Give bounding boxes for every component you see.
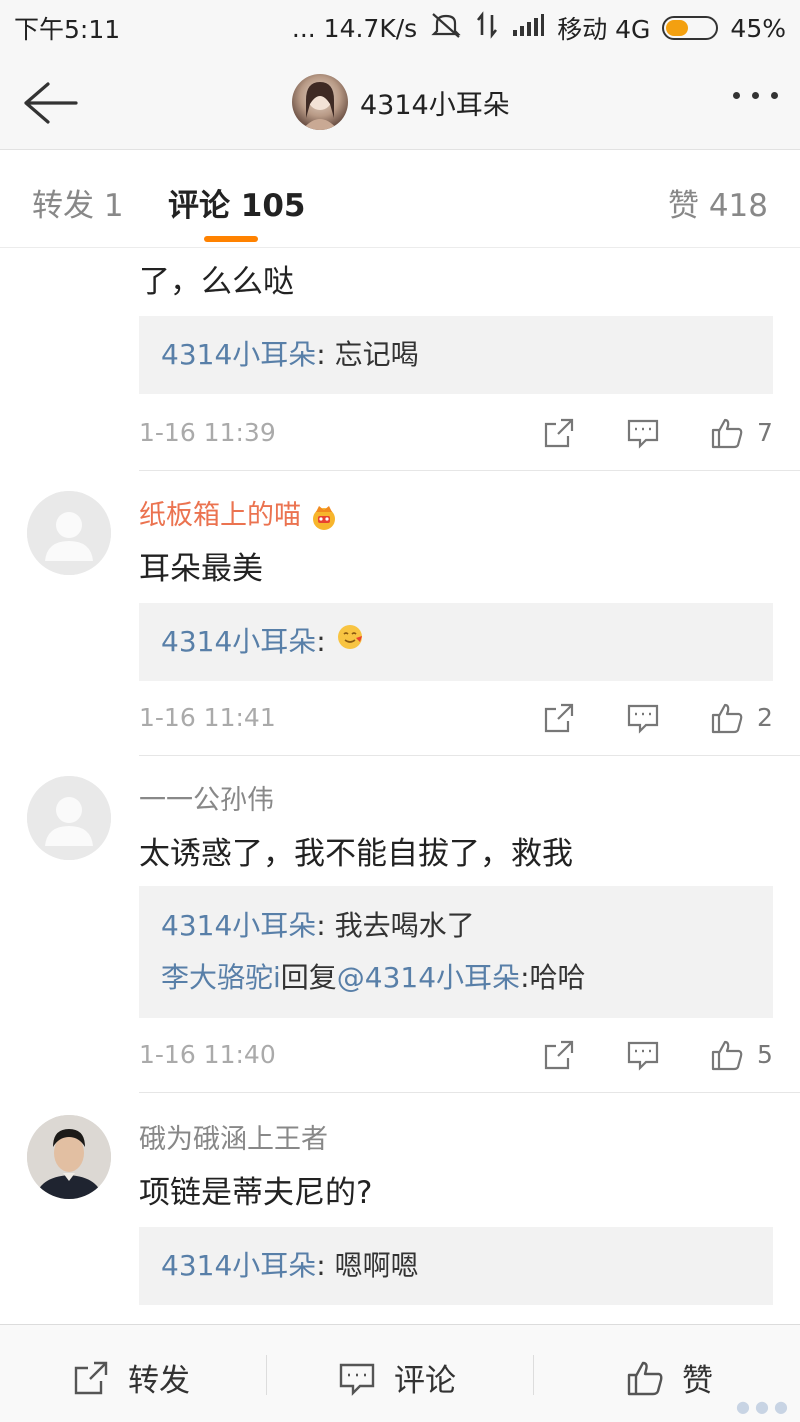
reply-box[interactable]: 4314小耳朵: 嗯啊嗯	[139, 1227, 773, 1305]
vip-crown-icon	[309, 502, 339, 532]
bottom-action-bar: 转发 评论 赞 ● ● ●	[0, 1324, 800, 1422]
thumbs-up-icon	[626, 1359, 664, 1397]
repost-label: 转发	[128, 1363, 190, 1399]
comment-author[interactable]: 纸板箱上的喵	[139, 493, 339, 532]
reply-line: 4314小耳朵: 忘记喝	[161, 329, 751, 381]
comment-text: 耳朵最美	[139, 551, 263, 587]
comment-text: 了，么么哒	[139, 264, 294, 300]
divider	[533, 1355, 534, 1395]
reply-author-link[interactable]: 4314小耳朵	[161, 625, 316, 658]
comment-icon[interactable]	[626, 416, 660, 450]
comment-author-name[interactable]: 纸板箱上的喵	[139, 500, 301, 531]
arrow-left-icon[interactable]	[20, 78, 80, 128]
reply-text: 回复	[280, 961, 337, 994]
divider	[139, 755, 800, 756]
comment-list[interactable]: 了，么么哒 4314小耳朵: 忘记喝 1-16 11:39 7 纸板箱上的喵 耳…	[0, 248, 800, 1324]
page-title: 4314小耳朵	[360, 89, 510, 121]
nav-user[interactable]: 4314小耳朵	[292, 74, 510, 130]
mute-icon	[429, 11, 463, 45]
reply-author-link[interactable]: 李大骆驼i	[161, 961, 281, 994]
more-dots-icon[interactable]	[733, 92, 778, 99]
active-tab-indicator	[204, 236, 258, 242]
status-bar: 下午5:11 ... 14.7K/s 移动 4G 45%	[0, 0, 800, 56]
network-speed: ... 14.7K/s	[291, 13, 418, 43]
reply-text: : 我去喝水了	[316, 909, 475, 942]
comment-time: 1-16 11:41	[139, 703, 276, 732]
divider	[139, 1092, 800, 1093]
reply-line: 4314小耳朵:	[161, 616, 751, 668]
thumbs-up-icon[interactable]	[710, 416, 744, 450]
avatar[interactable]	[27, 776, 111, 860]
reply-author-link[interactable]: 4314小耳朵	[161, 909, 316, 942]
mention-link[interactable]: @4314小耳朵	[337, 961, 520, 994]
nav-bar: 4314小耳朵	[0, 56, 800, 150]
status-right: ... 14.7K/s 移动 4G 45%	[292, 10, 786, 46]
avatar[interactable]	[27, 491, 111, 575]
comment-meta: 1-16 11:39 7	[139, 414, 773, 454]
comment-time: 1-16 11:40	[139, 1040, 276, 1069]
battery-percent: 45%	[730, 13, 786, 43]
divider	[266, 1355, 267, 1395]
comment-icon[interactable]	[626, 701, 660, 735]
share-icon[interactable]	[542, 416, 576, 450]
comment-meta: 1-16 11:41 2	[139, 699, 773, 739]
reply-text: :	[316, 625, 335, 658]
battery-icon	[662, 16, 719, 40]
share-icon[interactable]	[542, 701, 576, 735]
tab-comment[interactable]: 评论 105	[168, 180, 306, 225]
comment-text: 项链是蒂夫尼的?	[139, 1175, 373, 1211]
comment-author[interactable]: 一一公孙伟	[139, 778, 274, 817]
repost-button[interactable]: 转发	[72, 1355, 190, 1400]
thumbs-up-icon[interactable]	[710, 1038, 744, 1072]
carrier-label: 移动 4G	[557, 15, 651, 44]
reply-text: : 忘记喝	[316, 338, 419, 371]
tab-like[interactable]: 赞 418	[668, 180, 768, 225]
comment-icon	[338, 1359, 376, 1397]
reply-box[interactable]: 4314小耳朵:	[139, 603, 773, 681]
like-count: 2	[757, 703, 773, 732]
like-count: 7	[757, 418, 773, 447]
reply-line: 李大骆驼i回复@4314小耳朵:哈哈	[161, 952, 751, 1004]
battery-fill	[666, 20, 689, 36]
reply-line: 4314小耳朵: 我去喝水了	[161, 900, 751, 952]
reply-box[interactable]: 4314小耳朵: 忘记喝	[139, 316, 773, 394]
share-icon[interactable]	[542, 1038, 576, 1072]
tab-bar: 转发 1 评论 105 赞 418	[0, 150, 800, 248]
divider	[139, 470, 800, 471]
reply-text: : 嗯啊嗯	[316, 1249, 419, 1282]
like-label: 赞	[682, 1363, 713, 1399]
avatar[interactable]	[27, 1115, 111, 1199]
like-count: 5	[757, 1040, 773, 1069]
thumbs-up-icon[interactable]	[710, 701, 744, 735]
signal-icon	[511, 12, 545, 44]
emoji-icon	[335, 617, 365, 669]
status-time: 下午5:11	[14, 15, 121, 44]
comment-author[interactable]: 硪为硪涵上王者	[139, 1117, 328, 1156]
like-button[interactable]: 赞	[626, 1355, 713, 1400]
reply-author-link[interactable]: 4314小耳朵	[161, 338, 316, 371]
watermark-logo: ● ● ●	[735, 1397, 788, 1416]
comment-label: 评论	[394, 1363, 456, 1399]
comment-button[interactable]: 评论	[338, 1355, 456, 1400]
avatar[interactable]	[292, 74, 348, 130]
comment-icon[interactable]	[626, 1038, 660, 1072]
reply-box[interactable]: 4314小耳朵: 我去喝水了 李大骆驼i回复@4314小耳朵:哈哈	[139, 886, 773, 1018]
reply-line: 4314小耳朵: 嗯啊嗯	[161, 1240, 751, 1292]
reply-text: :哈哈	[520, 961, 586, 994]
tab-repost[interactable]: 转发 1	[32, 180, 124, 225]
reply-author-link[interactable]: 4314小耳朵	[161, 1249, 316, 1282]
share-icon	[72, 1359, 110, 1397]
data-transfer-icon	[475, 11, 499, 45]
comment-text: 太诱惑了，我不能自拔了，救我	[139, 836, 573, 872]
comment-time: 1-16 11:39	[139, 418, 276, 447]
comment-meta: 1-16 11:40 5	[139, 1036, 773, 1076]
